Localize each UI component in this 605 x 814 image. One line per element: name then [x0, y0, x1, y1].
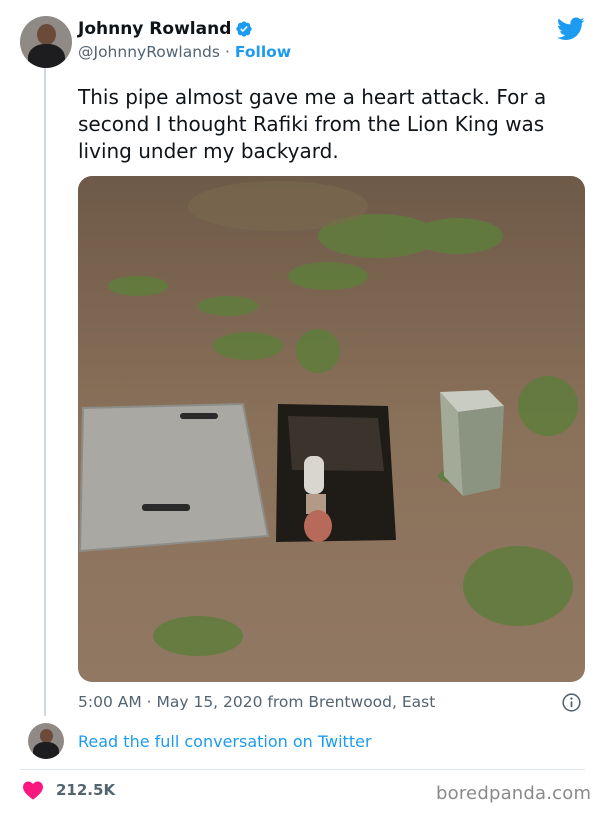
author-name[interactable]: Johnny Rowland: [78, 19, 231, 39]
tweet-photo[interactable]: [78, 176, 585, 682]
author-avatar[interactable]: [20, 16, 72, 68]
footer-divider: [20, 769, 585, 770]
watermark-text: boredpanda.com: [436, 783, 592, 804]
info-icon[interactable]: [561, 692, 582, 713]
read-conversation-link[interactable]: Read the full conversation on Twitter: [78, 732, 372, 751]
tweet-text: This pipe almost gave me a heart attack.…: [78, 85, 547, 163]
follow-link[interactable]: Follow: [235, 43, 291, 61]
like-count: 212.5K: [56, 781, 116, 799]
reply-avatar[interactable]: [28, 723, 64, 759]
author-handle[interactable]: @JohnnyRowlands: [78, 43, 220, 61]
author-name-row: Johnny Rowland: [78, 19, 253, 39]
twitter-bird-icon[interactable]: [557, 17, 585, 41]
thread-line: [44, 68, 46, 716]
verified-badge-icon: [236, 21, 253, 37]
tweet-timestamp[interactable]: 5:00 AM · May 15, 2020 from Brentwood, E…: [78, 693, 435, 711]
tweet-card: Johnny Rowland @JohnnyRowlands · Follow …: [0, 0, 605, 814]
author-handle-row: @JohnnyRowlands · Follow: [78, 43, 291, 61]
separator: ·: [224, 43, 230, 61]
heart-icon[interactable]: [22, 780, 44, 800]
